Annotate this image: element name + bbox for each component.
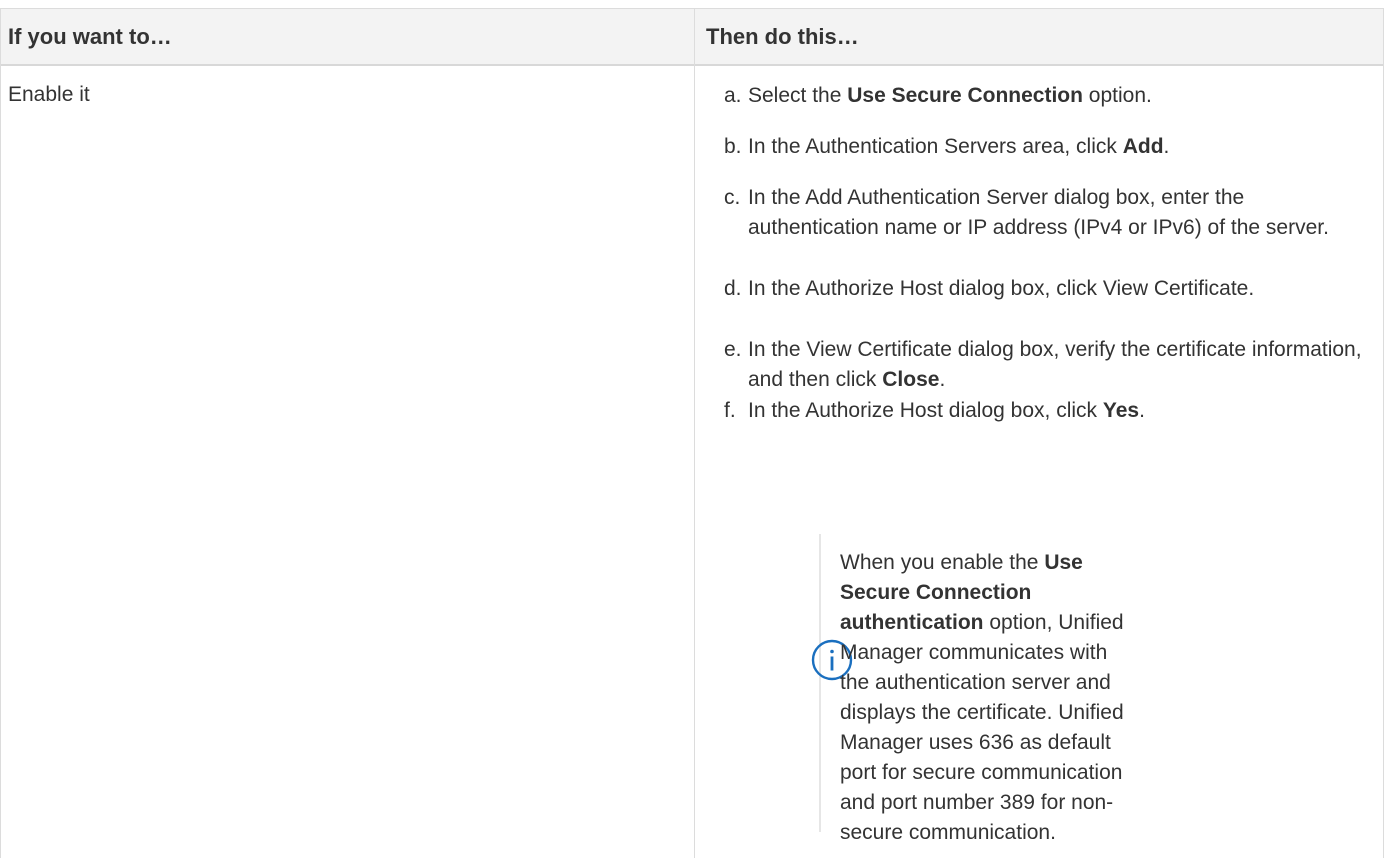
table-left-border	[0, 8, 1, 858]
note-divider	[819, 534, 821, 832]
step-emphasis: Yes	[1102, 399, 1140, 422]
header-if-you-want-to: If you want to…	[8, 24, 172, 49]
table-header-row: If you want to… Then do this…	[0, 8, 1384, 66]
table-column-divider	[694, 8, 695, 858]
note-text-run: option, Unified Manager communicates wit…	[840, 611, 1124, 844]
step-marker: b.	[724, 135, 742, 158]
step-text: .	[1163, 135, 1170, 158]
step-text: option.	[1082, 84, 1152, 107]
step-text: .	[1139, 399, 1145, 422]
step-text: Select the	[748, 84, 848, 107]
step-text: In the Authorize Host dialog box, click	[748, 399, 1103, 422]
step-marker: f.	[724, 399, 736, 422]
step-marker: e.	[724, 338, 742, 361]
step-marker: d.	[724, 277, 742, 300]
info-note: When you enable the Use Secure Connectio…	[810, 534, 1370, 844]
step-text: In the Add Authentication Server dialog …	[748, 186, 1329, 239]
step-emphasis: Add	[1122, 135, 1164, 158]
step-item: d. In the Authorize Host dialog box, clic…	[706, 274, 1268, 304]
step-emphasis: Use Secure Connection	[847, 84, 1083, 107]
instruction-table: If you want to… Then do this… Enable it …	[0, 8, 1384, 858]
step-text: .	[939, 368, 946, 391]
header-then-do-this: Then do this…	[706, 24, 859, 49]
note-text: When you enable the Use Secure Connectio…	[840, 548, 1140, 848]
step-item: a. Select the Use Secure Connection optio…	[706, 81, 1368, 111]
step-text: In the View Certificate dialog box, veri…	[748, 338, 1362, 391]
step-emphasis: Close	[882, 368, 940, 391]
step-marker: c.	[724, 186, 741, 209]
step-item: c. In the Add Authentication Server dialo…	[706, 183, 1360, 243]
step-text: In the Authentication Servers area, clic…	[748, 135, 1123, 158]
step-marker: a.	[724, 84, 742, 107]
step-item: e. In the View Certificate dialog box, ve…	[706, 335, 1376, 395]
row-action-enable-it: Enable it	[8, 83, 90, 106]
note-text-run: When you enable the	[840, 551, 1045, 574]
step-item: b. In the Authentication Servers area, cl…	[706, 132, 1368, 162]
step-item: f. In the Authorize Host dialog box, clic…	[706, 396, 1368, 426]
step-text: In the Authorize Host dialog box, click …	[748, 277, 1255, 300]
